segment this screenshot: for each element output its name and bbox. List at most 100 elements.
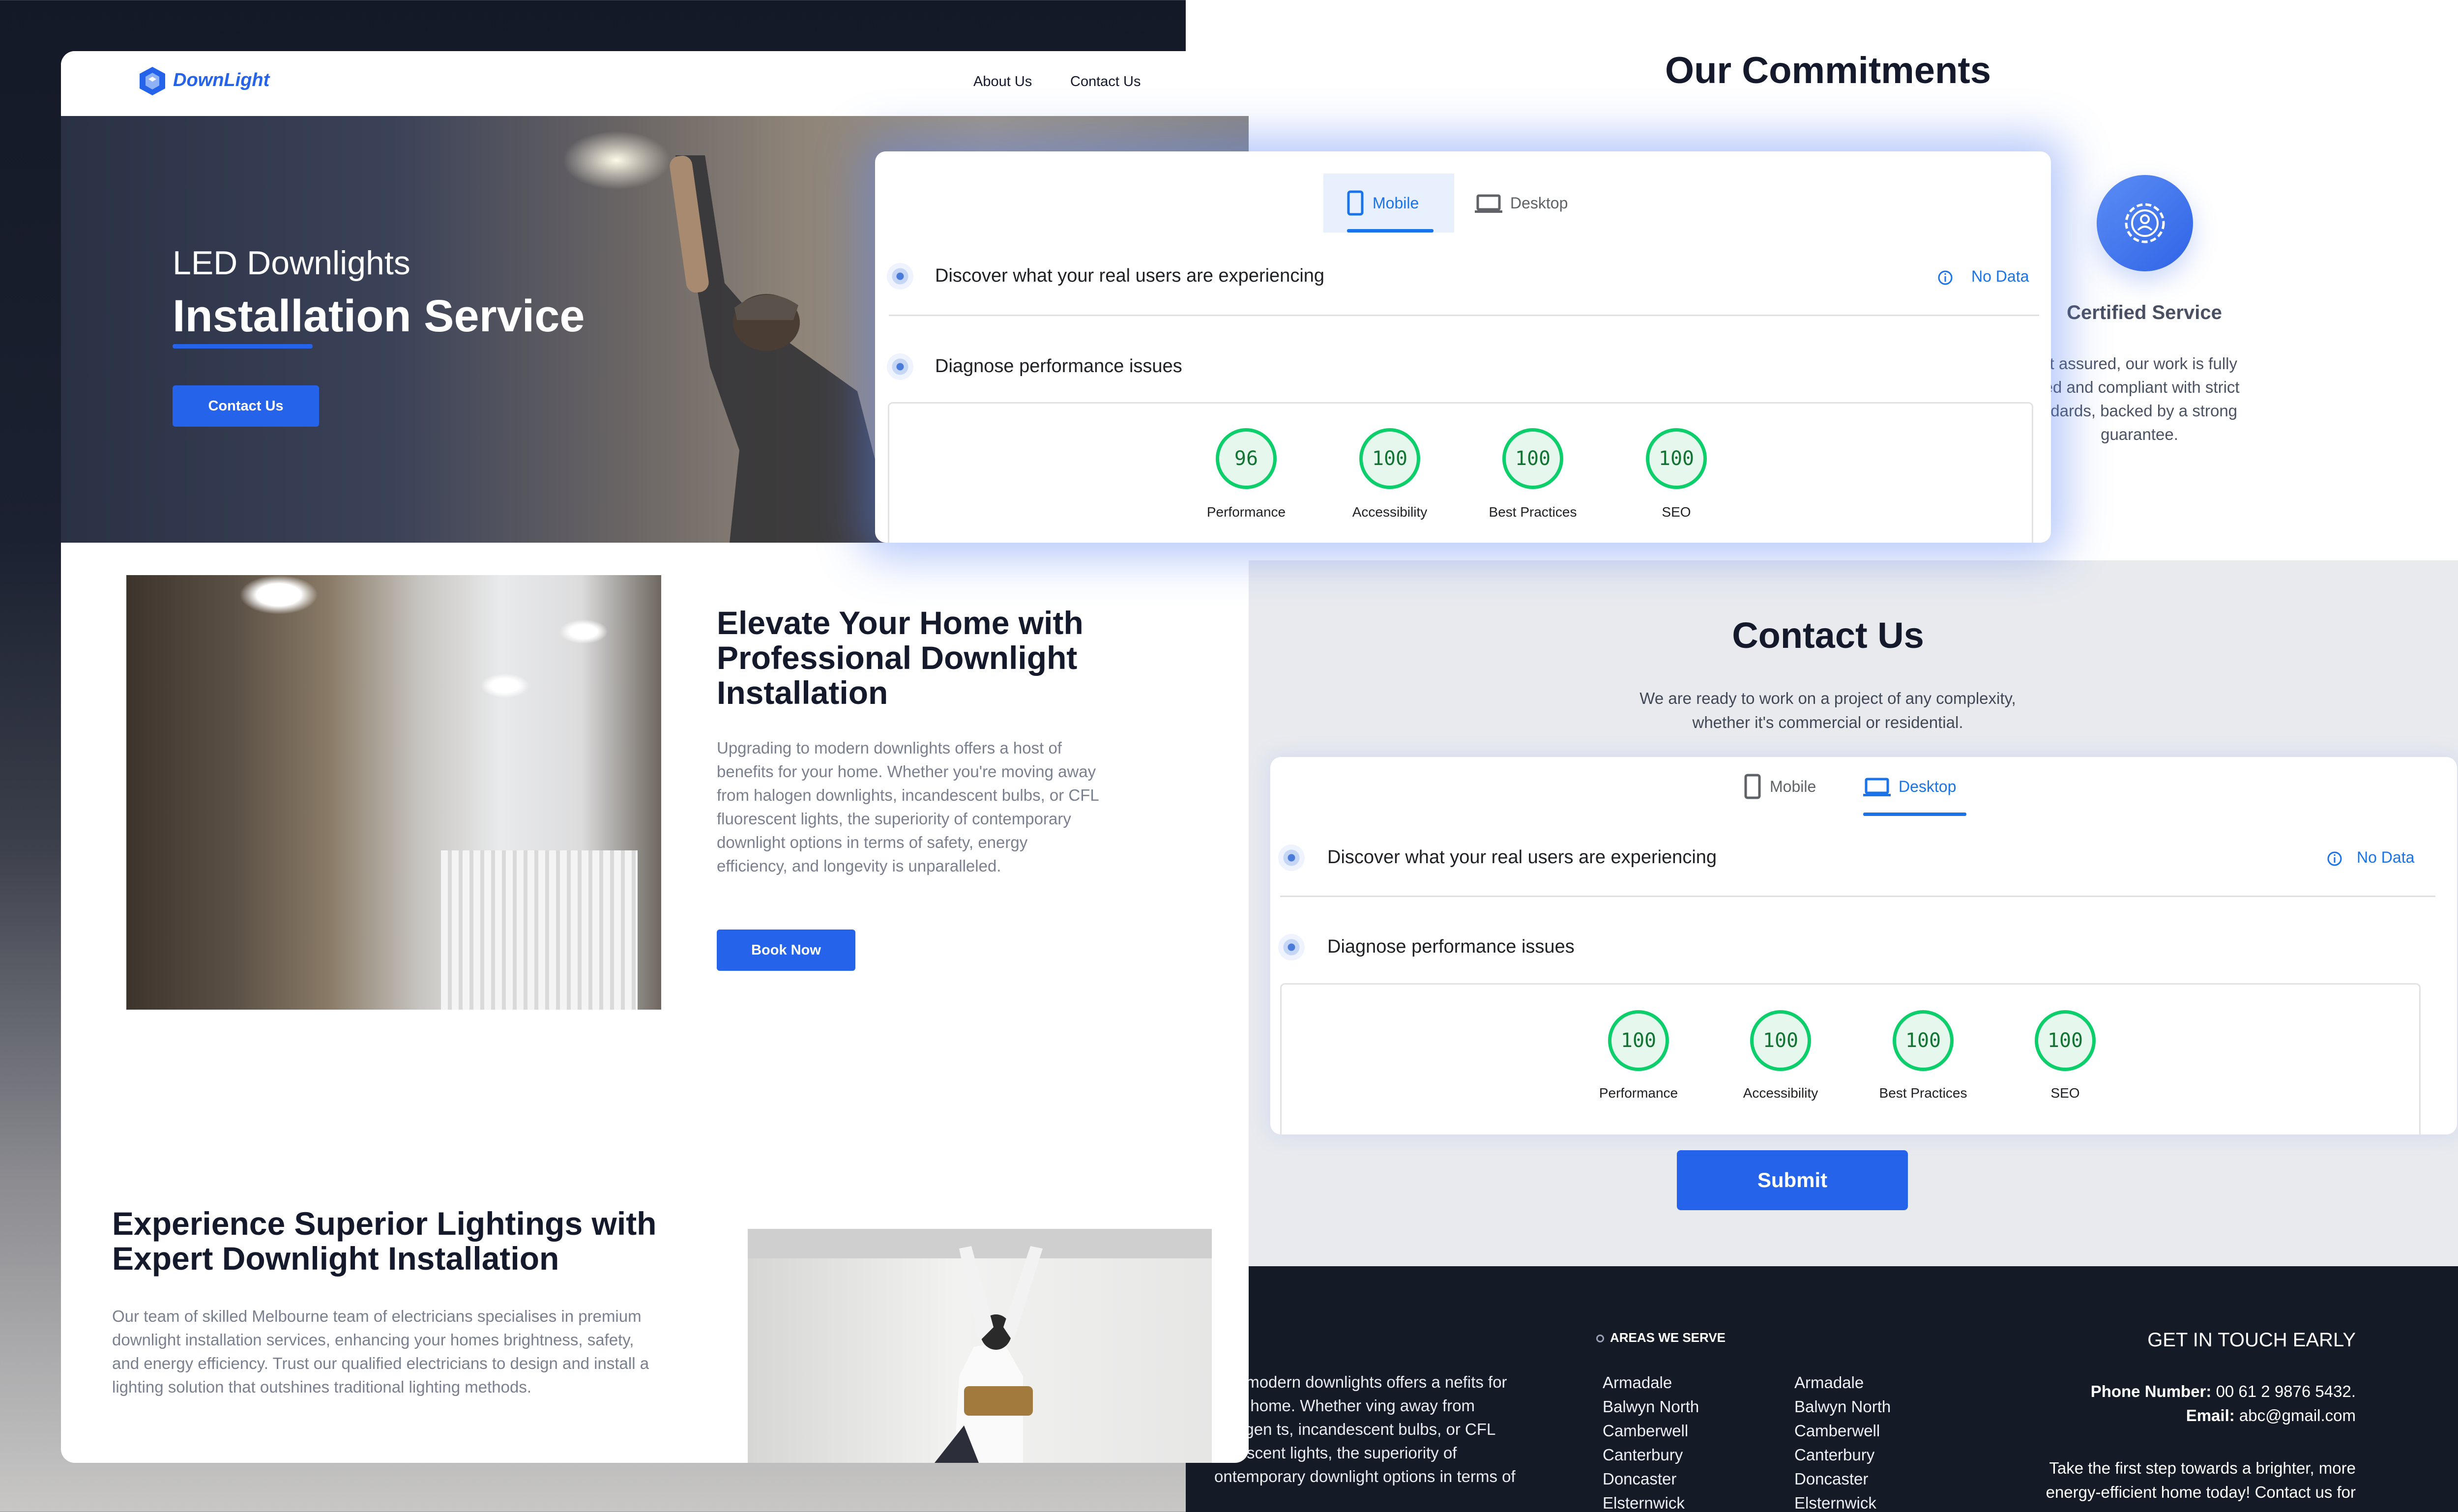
electrician-photo — [670, 155, 897, 543]
hero-line-2: Installation Service — [173, 291, 585, 341]
accessibility-gauge[interactable]: 100 — [1359, 428, 1420, 489]
seo-gauge[interactable]: 100 — [2035, 1010, 2096, 1071]
pagespeed-card-desktop: Mobile Desktop Discover what your real u… — [1270, 757, 2457, 1134]
accessibility-gauge[interactable]: 100 — [1750, 1010, 1811, 1071]
email-value[interactable]: abc@gmail.com — [2239, 1406, 2356, 1425]
area-link[interactable]: Canterbury — [1603, 1443, 1699, 1467]
footer-areas-heading: AREAS WE SERVE — [1596, 1330, 1726, 1345]
area-link[interactable]: Armadale — [1603, 1370, 1699, 1395]
real-users-row[interactable]: Discover what your real users are experi… — [935, 265, 1324, 287]
area-link[interactable]: Doncaster — [1794, 1467, 1891, 1491]
downlight-3 — [480, 673, 529, 698]
diagnose-row[interactable]: Diagnose performance issues — [1327, 936, 1575, 958]
footer-phone: Phone Number: 00 61 2 9876 5432. — [1972, 1379, 2356, 1403]
best-practices-gauge[interactable]: 100 — [1893, 1010, 1954, 1071]
diagnose-row[interactable]: Diagnose performance issues — [935, 356, 1182, 377]
tab-desktop[interactable]: Desktop — [1475, 174, 1593, 233]
area-link[interactable]: Elsternwick — [1603, 1491, 1699, 1512]
brand-name[interactable]: DownLight — [173, 70, 269, 91]
diagnose-icon — [1278, 934, 1305, 960]
experience-heading: Experience Superior Lightings with Exper… — [112, 1205, 657, 1277]
laptop-icon — [1475, 194, 1502, 213]
ring-icon — [1596, 1335, 1604, 1343]
field-data-icon — [1278, 844, 1305, 871]
field-data-icon — [887, 263, 913, 290]
footer-areas-list-1: Armadale Balwyn North Camberwell Canterb… — [1603, 1370, 1699, 1512]
hero-line-1: LED Downlights — [173, 244, 410, 282]
phone-label: Phone Number: — [2090, 1382, 2212, 1400]
tab-desktop-label: Desktop — [1510, 194, 1568, 212]
best-practices-label: Best Practices — [1879, 1085, 1967, 1101]
tab-desktop[interactable]: Desktop — [1863, 757, 1966, 816]
seo-label: SEO — [1662, 504, 1691, 520]
hero-contact-button[interactable]: Contact Us — [173, 385, 319, 427]
interior-downlights-photo — [126, 575, 661, 1010]
footer-col1-text: g to modern downlights offers a nefits f… — [1214, 1373, 1516, 1485]
mobile-phone-icon — [1744, 774, 1761, 799]
performance-gauge[interactable]: 96 — [1216, 428, 1277, 489]
area-link[interactable]: Balwyn North — [1794, 1395, 1891, 1419]
experience-body: Our team of skilled Melbourne team of el… — [112, 1307, 649, 1396]
phone-value[interactable]: 00 61 2 9876 5432. — [2216, 1382, 2356, 1400]
area-link[interactable]: Camberwell — [1603, 1419, 1699, 1443]
performance-gauge[interactable]: 100 — [1608, 1010, 1669, 1071]
area-link[interactable]: Doncaster — [1603, 1467, 1699, 1491]
contact-subtitle: We are ready to work on a project of any… — [1639, 689, 2016, 731]
divider — [889, 315, 2039, 316]
hero-underline — [173, 344, 313, 349]
best-practices-gauge[interactable]: 100 — [1502, 428, 1563, 489]
submit-button[interactable]: Submit — [1677, 1150, 1908, 1210]
pagespeed-card-mobile: Mobile Desktop Discover what your real u… — [875, 151, 2051, 543]
footer-email: Email: abc@gmail.com — [1972, 1403, 2356, 1427]
electrician-figure — [748, 1229, 1212, 1463]
seo-gauge[interactable]: 100 — [1646, 428, 1707, 489]
footer-cta-text: Take the first step towards a brighter, … — [2046, 1459, 2356, 1501]
logo-cube-icon — [140, 67, 165, 95]
tab-desktop-label: Desktop — [1899, 778, 1957, 795]
area-link[interactable]: Canterbury — [1794, 1443, 1891, 1467]
info-icon — [2327, 851, 2342, 866]
area-link[interactable]: Armadale — [1794, 1370, 1891, 1395]
scores-box: 100 Performance 100 Accessibility 100 Be… — [1280, 983, 2421, 1134]
active-tab-underline — [1347, 229, 1434, 233]
real-users-row[interactable]: Discover what your real users are experi… — [1327, 847, 1717, 868]
elevate-body: Upgrading to modern downlights offers a … — [717, 739, 1099, 875]
certified-service-text: st assured, our work is fully ted and co… — [2039, 354, 2240, 443]
laptop-icon — [1863, 778, 1891, 796]
divider — [1280, 896, 2435, 897]
site-navbar: DownLight About Us Contact Us — [61, 51, 1249, 116]
footer-get-in-touch: GET IN TOUCH EARLY — [2147, 1329, 2356, 1351]
area-link[interactable]: Balwyn North — [1603, 1395, 1699, 1419]
area-link[interactable]: Camberwell — [1794, 1419, 1891, 1443]
mobile-phone-icon — [1347, 190, 1364, 216]
footer: S g to modern downlights offers a nefits… — [1186, 1266, 2458, 1512]
diagnose-icon — [887, 353, 913, 380]
footer-areas-label: AREAS WE SERVE — [1610, 1330, 1726, 1345]
active-tab-underline — [1863, 813, 1966, 816]
downlight-1 — [239, 575, 318, 614]
email-label: Email: — [2186, 1406, 2235, 1425]
accessibility-label: Accessibility — [1352, 504, 1428, 520]
tab-mobile-label: Mobile — [1770, 778, 1816, 795]
performance-label: Performance — [1599, 1085, 1678, 1101]
electrician-ceiling-photo — [748, 1229, 1212, 1463]
certified-gear-icon — [2097, 175, 2193, 271]
footer-areas-list-2: Armadale Balwyn North Camberwell Canterb… — [1794, 1370, 1891, 1512]
tab-mobile[interactable]: Mobile — [1323, 174, 1454, 233]
scores-box: 96 Performance 100 Accessibility 100 Bes… — [888, 402, 2033, 543]
elevate-heading: Elevate Your Home with Professional Down… — [717, 605, 1083, 711]
seo-label: SEO — [2050, 1085, 2080, 1101]
no-data-label: No Data — [1971, 267, 2029, 285]
book-now-button[interactable]: Book Now — [717, 930, 855, 971]
contact-title: Contact Us — [1732, 615, 1924, 656]
downlight-2 — [559, 619, 608, 644]
window-curtains — [441, 850, 638, 1010]
nav-about-link[interactable]: About Us — [973, 74, 1032, 90]
area-link[interactable]: Elsternwick — [1794, 1491, 1891, 1512]
nav-contact-link[interactable]: Contact Us — [1070, 74, 1141, 90]
performance-label: Performance — [1206, 504, 1286, 520]
tab-mobile-label: Mobile — [1373, 194, 1419, 212]
tab-mobile[interactable]: Mobile — [1736, 757, 1844, 816]
certified-service-title: Certified Service — [2067, 302, 2222, 323]
accessibility-label: Accessibility — [1743, 1085, 1818, 1101]
